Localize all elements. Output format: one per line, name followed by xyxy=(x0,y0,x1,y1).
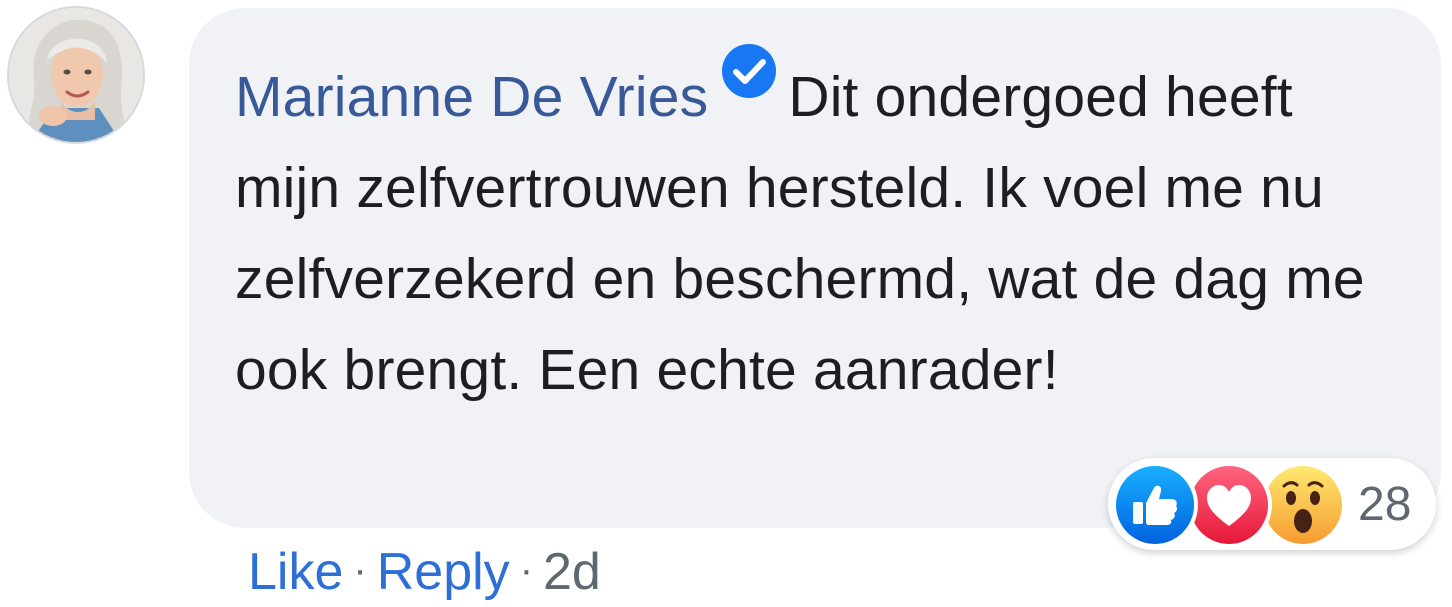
separator-dot: · xyxy=(519,548,534,592)
like-button[interactable]: Like xyxy=(248,543,343,601)
avatar[interactable] xyxy=(9,8,143,142)
comment-body: Marianne De Vries Dit ondergoed heeft mij… xyxy=(235,44,1395,416)
heart-icon xyxy=(1190,466,1268,544)
author-name[interactable]: Marianne De Vries xyxy=(235,65,708,129)
wow-face-icon xyxy=(1264,466,1342,544)
separator-dot: · xyxy=(353,548,367,592)
reaction-count: 28 xyxy=(1358,478,1412,531)
comment-actions: Like · Reply · 2d xyxy=(248,541,601,607)
reactions-summary[interactable]: 28 xyxy=(1108,458,1436,550)
comment-timestamp[interactable]: 2d xyxy=(543,543,601,601)
thumbs-up-icon xyxy=(1116,466,1194,544)
avatar-photo xyxy=(9,8,143,142)
reply-button[interactable]: Reply xyxy=(377,543,510,601)
verified-check-badge-icon xyxy=(720,36,778,98)
